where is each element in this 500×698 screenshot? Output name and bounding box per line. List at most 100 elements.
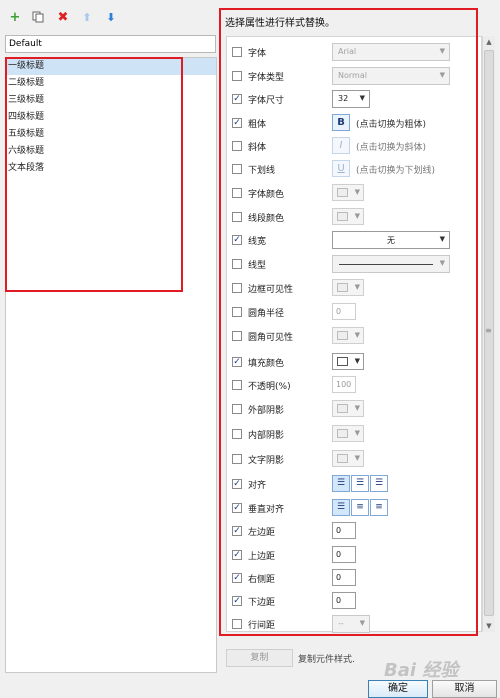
duplicate-style-button[interactable]	[29, 8, 47, 26]
property-checkbox[interactable]	[232, 164, 242, 174]
color-swatch	[337, 331, 348, 340]
align-bottom-icon[interactable]: ≡	[370, 499, 388, 516]
move-up-button[interactable]: ⬆	[78, 8, 96, 26]
style-list-item[interactable]: 二级标题	[6, 75, 216, 92]
property-row-inner-shadow: 内部阴影 ▼	[232, 425, 476, 443]
property-checkbox[interactable]: ✓	[232, 357, 242, 367]
italic-toggle[interactable]: I	[332, 137, 350, 154]
property-checkbox[interactable]	[232, 47, 242, 57]
align-center-icon[interactable]: ☰	[351, 475, 369, 492]
property-checkbox[interactable]	[232, 212, 242, 222]
add-style-button[interactable]: +	[6, 8, 24, 26]
property-label: 右侧距	[248, 575, 276, 585]
property-checkbox[interactable]	[232, 404, 242, 414]
property-checkbox[interactable]: ✓	[232, 503, 242, 513]
font-color-picker[interactable]: ▼	[332, 184, 364, 201]
property-checkbox[interactable]	[232, 429, 242, 439]
style-list-item[interactable]: 五级标题	[6, 126, 216, 143]
property-checkbox[interactable]	[232, 331, 242, 341]
line-style-preview	[339, 264, 433, 265]
property-checkbox[interactable]	[232, 141, 242, 151]
delete-style-button[interactable]: ✖	[54, 8, 72, 26]
opacity-input[interactable]: 100	[332, 376, 356, 393]
font-type-select[interactable]: Normal ▼	[332, 67, 450, 85]
scroll-up-icon[interactable]: ▲	[483, 36, 495, 48]
align-middle-icon[interactable]: ≡	[351, 499, 369, 516]
property-checkbox[interactable]: ✓	[232, 94, 242, 104]
property-checkbox[interactable]	[232, 454, 242, 464]
property-row-text-shadow: 文字阴影 ▼	[232, 450, 476, 468]
copy-button[interactable]: 复制	[226, 649, 293, 667]
align-top-icon[interactable]: ☰	[332, 499, 350, 516]
valign-group[interactable]: ☰ ≡ ≡	[332, 499, 389, 516]
line-color-picker[interactable]: ▼	[332, 208, 364, 225]
move-down-button[interactable]: ⬇	[102, 8, 120, 26]
fill-color-picker[interactable]: ▼	[332, 353, 364, 370]
property-label: 填充颜色	[248, 359, 285, 369]
margin-bottom-input[interactable]: 0	[332, 592, 356, 609]
color-swatch	[337, 454, 348, 463]
style-name-input[interactable]	[5, 35, 216, 53]
ok-button[interactable]: 确定	[368, 680, 428, 698]
margin-top-input[interactable]: 0	[332, 546, 356, 563]
align-right-icon[interactable]: ☰	[370, 475, 388, 492]
border-visibility-picker[interactable]: ▼	[332, 279, 364, 296]
property-checkbox[interactable]: ✓	[232, 573, 242, 583]
property-checkbox[interactable]: ✓	[232, 118, 242, 128]
underline-toggle[interactable]: U	[332, 160, 350, 177]
corner-radius-input[interactable]: 0	[332, 303, 356, 320]
property-checkbox[interactable]	[232, 71, 242, 81]
property-label: 下边距	[248, 598, 276, 608]
chevron-down-icon: ▼	[354, 331, 360, 339]
text-shadow-picker[interactable]: ▼	[332, 450, 364, 467]
style-list-item[interactable]: 四级标题	[6, 109, 216, 126]
property-checkbox[interactable]	[232, 283, 242, 293]
margin-left-input[interactable]: 0	[332, 522, 356, 539]
property-checkbox[interactable]	[232, 619, 242, 629]
property-label: 圆角半径	[248, 309, 285, 319]
style-list-item[interactable]: 一级标题	[6, 58, 216, 75]
property-row-fill-color: ✓ 填充颜色 ▼	[232, 353, 476, 371]
outer-shadow-picker[interactable]: ▼	[332, 400, 364, 417]
line-spacing-select[interactable]: -- ▼	[332, 615, 370, 633]
property-checkbox[interactable]: ✓	[232, 550, 242, 560]
property-checkbox[interactable]	[232, 307, 242, 317]
align-group[interactable]: ☰ ☰ ☰	[332, 475, 389, 492]
property-checkbox[interactable]: ✓	[232, 479, 242, 489]
cancel-button[interactable]: 取消	[432, 680, 497, 698]
chevron-down-icon: ▼	[359, 619, 365, 627]
color-swatch	[337, 188, 348, 197]
scroll-down-icon[interactable]: ▼	[483, 620, 495, 632]
style-list-item[interactable]: 三级标题	[6, 92, 216, 109]
property-row-underline: 下划线 (点击切换为下划线) U	[232, 160, 476, 178]
vertical-scrollbar[interactable]: ▲ ≡ ▼	[482, 36, 495, 632]
toggle-hint: (点击切换为斜体)	[356, 143, 427, 153]
line-type-select[interactable]: ▼	[332, 255, 450, 273]
property-checkbox[interactable]: ✓	[232, 596, 242, 606]
chevron-down-icon: ▼	[354, 454, 360, 462]
panel-title: 选择属性进行样式替换。	[225, 18, 335, 29]
property-checkbox[interactable]	[232, 380, 242, 390]
color-swatch	[337, 357, 348, 366]
property-row-margin-bottom: ✓ 下边距 0	[232, 592, 476, 610]
corner-visibility-picker[interactable]: ▼	[332, 327, 364, 344]
color-swatch	[337, 429, 348, 438]
style-list-item[interactable]: 六级标题	[6, 143, 216, 160]
property-row-line-color: 线段颜色 ▼	[232, 208, 476, 226]
margin-right-input[interactable]: 0	[332, 569, 356, 586]
style-list-item[interactable]: 文本段落	[6, 160, 216, 177]
bold-toggle[interactable]: B	[332, 114, 350, 131]
inner-shadow-picker[interactable]: ▼	[332, 425, 364, 442]
line-width-select[interactable]: 无 ▼	[332, 231, 450, 249]
align-left-icon[interactable]: ☰	[332, 475, 350, 492]
property-checkbox[interactable]: ✓	[232, 235, 242, 245]
chevron-down-icon: ▼	[439, 259, 445, 267]
property-checkbox[interactable]	[232, 259, 242, 269]
font-size-select[interactable]: 32 ▼	[332, 90, 370, 108]
font-select[interactable]: Arial ▼	[332, 43, 450, 61]
property-checkbox[interactable]: ✓	[232, 526, 242, 536]
property-label: 线型	[248, 261, 267, 271]
toggle-hint: (点击切换为粗体)	[356, 120, 427, 130]
color-swatch	[337, 283, 348, 292]
property-checkbox[interactable]	[232, 188, 242, 198]
